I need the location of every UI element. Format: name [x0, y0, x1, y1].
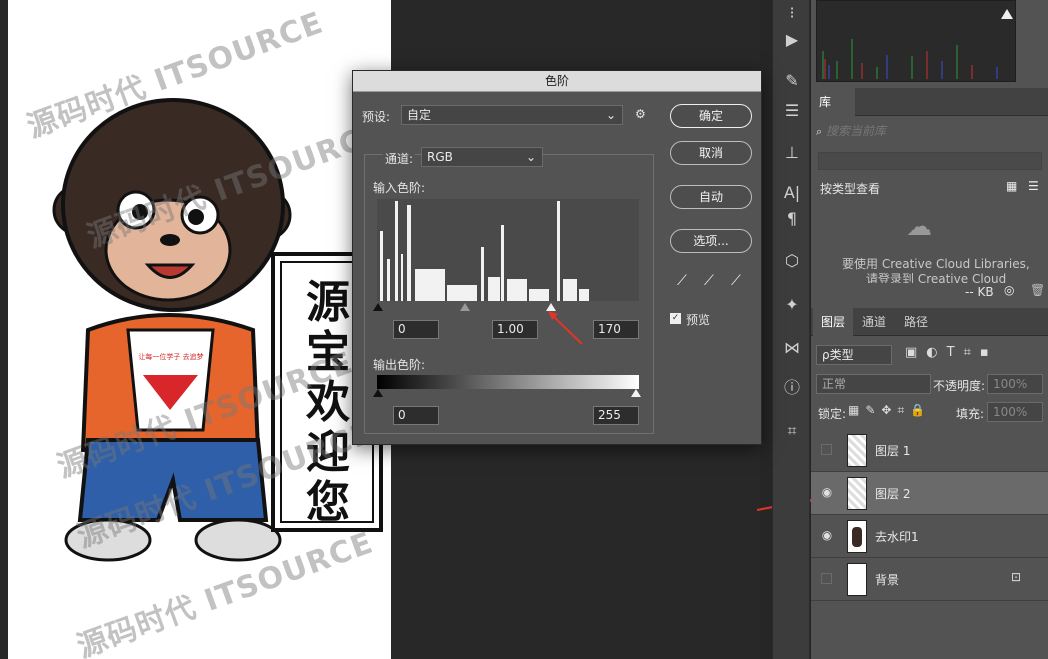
- 3d-icon[interactable]: ⬡: [779, 248, 805, 274]
- preview-checkbox[interactable]: ✓: [670, 313, 681, 324]
- tab-channels[interactable]: 通道: [854, 308, 894, 336]
- eye-icon[interactable]: ◉: [819, 484, 835, 500]
- tab-layers[interactable]: 图层: [813, 308, 854, 336]
- levels-histogram: [377, 199, 639, 301]
- output-gradient: [377, 375, 639, 389]
- brush-settings-icon[interactable]: ✎: [779, 68, 805, 94]
- output-white-field[interactable]: 255: [593, 406, 639, 425]
- library-search[interactable]: ⌕ 搜索当前库: [816, 122, 1042, 142]
- chevron-down-icon: ⌄: [525, 150, 536, 164]
- levels-dialog: 色阶 预设: 自定 ⌄ ⚙ 通道: RGB ⌄ 输入色阶: 0 1.00 170…: [352, 70, 762, 445]
- lock-label: 锁定:: [818, 407, 847, 421]
- layer-thumbnail: [847, 434, 867, 467]
- layers-tabbar: 图层 通道 路径: [811, 308, 1048, 336]
- input-white-field[interactable]: 170: [593, 320, 639, 339]
- paths-icon[interactable]: ⋈: [779, 335, 805, 361]
- trash-icon[interactable]: 🗑: [1030, 283, 1045, 297]
- cancel-button[interactable]: 取消: [670, 141, 752, 165]
- lock-icons[interactable]: ▦✎✥⌗🔒: [848, 403, 931, 418]
- library-size: -- KB: [965, 285, 994, 299]
- clone-source-icon[interactable]: ⊥: [779, 140, 805, 166]
- paragraph-icon[interactable]: ¶: [779, 206, 805, 232]
- lock-icon: ⊡: [1011, 570, 1022, 584]
- auto-button[interactable]: 自动: [670, 185, 752, 209]
- tab-library[interactable]: 库: [811, 88, 855, 116]
- layer-row[interactable]: ◉ 图层 2: [811, 472, 1048, 515]
- output-white-slider[interactable]: [631, 389, 641, 397]
- eye-icon[interactable]: ◉: [819, 527, 835, 543]
- layer-row[interactable]: 图层 1: [811, 429, 1048, 472]
- layer-row[interactable]: ◉ 去水印1: [811, 515, 1048, 558]
- chevron-down-icon: ⌄: [605, 108, 616, 122]
- channel-value: RGB: [427, 150, 453, 164]
- output-black-field[interactable]: 0: [393, 406, 439, 425]
- layer-thumbnail: [847, 563, 867, 596]
- input-levels-label: 输入色阶:: [373, 181, 426, 195]
- input-black-field[interactable]: 0: [393, 320, 439, 339]
- shirt-text: 让每一位学子 去追梦: [138, 353, 204, 361]
- info-icon[interactable]: ⓘ: [779, 375, 805, 401]
- gear-icon[interactable]: ⚙: [635, 107, 646, 121]
- preset-select[interactable]: 自定 ⌄: [401, 105, 623, 125]
- list-view-icon[interactable]: ☰: [1028, 179, 1039, 193]
- search-input[interactable]: 搜索当前库: [826, 124, 886, 138]
- histogram-tool-icon[interactable]: ⁝: [779, 0, 805, 26]
- panel-tool-strip: ⁝ ▶ ✎ ☰ ⊥ A| ¶ ⬡ ✦ ⋈ ⓘ ⌗: [772, 0, 810, 659]
- preset-value: 自定: [407, 108, 432, 122]
- eyedropper-white-icon[interactable]: ⟋: [731, 273, 741, 289]
- layer-name[interactable]: 背景: [875, 571, 899, 588]
- gamma-slider[interactable]: [460, 303, 470, 311]
- adjustments-icon[interactable]: ☰: [779, 98, 805, 124]
- crop-icon[interactable]: ⌗: [779, 418, 805, 444]
- channel-label: 通道:: [383, 150, 416, 167]
- eyedropper-black-icon[interactable]: ⟋: [677, 273, 687, 289]
- cloud-sync-icon[interactable]: ◎: [1004, 283, 1014, 297]
- layer-filter-icons[interactable]: ▣◐T⌗▪: [905, 345, 998, 360]
- eyedropper-gray-icon[interactable]: ⟋: [704, 273, 714, 289]
- preset-label: 预设:: [362, 110, 391, 124]
- cc-message-2[interactable]: 请登录到 Creative Cloud: [866, 270, 1006, 283]
- layer-name[interactable]: 图层 2: [875, 485, 910, 502]
- search-icon: ⌕: [816, 125, 823, 138]
- library-tabbar: 库: [811, 88, 1048, 116]
- view-by-type[interactable]: 按类型查看: [820, 180, 880, 197]
- fill-input[interactable]: 100%: [987, 402, 1043, 422]
- options-button[interactable]: 选项...: [670, 229, 752, 253]
- fill-label: 填充:: [956, 407, 985, 421]
- histogram-panel: [816, 0, 1016, 82]
- visibility-toggle[interactable]: [821, 444, 832, 455]
- histogram-graph: [817, 1, 1015, 81]
- layer-name[interactable]: 去水印1: [875, 528, 919, 545]
- shapes-icon[interactable]: ✦: [779, 292, 805, 318]
- layer-filter-select[interactable]: ρ类型: [816, 345, 892, 365]
- layer-row[interactable]: 背景 ⊡: [811, 558, 1048, 601]
- channel-select[interactable]: RGB ⌄: [421, 147, 543, 167]
- character-icon[interactable]: A|: [779, 180, 805, 206]
- black-point-slider[interactable]: [373, 303, 383, 311]
- grid-view-icon[interactable]: ▦: [1006, 179, 1017, 193]
- annotation-arrow: [548, 311, 583, 345]
- output-black-slider[interactable]: [373, 389, 383, 397]
- preview-label[interactable]: 预览: [686, 311, 710, 328]
- layer-name[interactable]: 图层 1: [875, 442, 910, 459]
- input-gamma-field[interactable]: 1.00: [492, 320, 538, 339]
- document-canvas[interactable]: 源 宝 欢 迎 您 让每一位学子 去追梦 源码时代 ITSOURCE 源码时代 …: [8, 0, 391, 659]
- library-select[interactable]: [818, 152, 1042, 170]
- blend-mode-select[interactable]: 正常: [816, 374, 931, 394]
- visibility-toggle[interactable]: [821, 573, 832, 584]
- opacity-input[interactable]: 100%: [987, 374, 1043, 394]
- play-icon[interactable]: ▶: [779, 27, 805, 53]
- opacity-label: 不透明度:: [933, 379, 986, 393]
- creative-cloud-icon: ☁: [906, 212, 932, 242]
- layer-thumbnail: [847, 477, 867, 510]
- ok-button[interactable]: 确定: [670, 104, 752, 128]
- layer-thumbnail: [847, 520, 867, 553]
- dialog-title: 色阶: [353, 71, 761, 92]
- tab-paths[interactable]: 路径: [896, 308, 936, 336]
- photoshop-window: 源 宝 欢 迎 您 让每一位学子 去追梦 源码时代 ITSOURCE 源码时代 …: [0, 0, 1048, 659]
- output-levels-label: 输出色阶:: [373, 358, 426, 372]
